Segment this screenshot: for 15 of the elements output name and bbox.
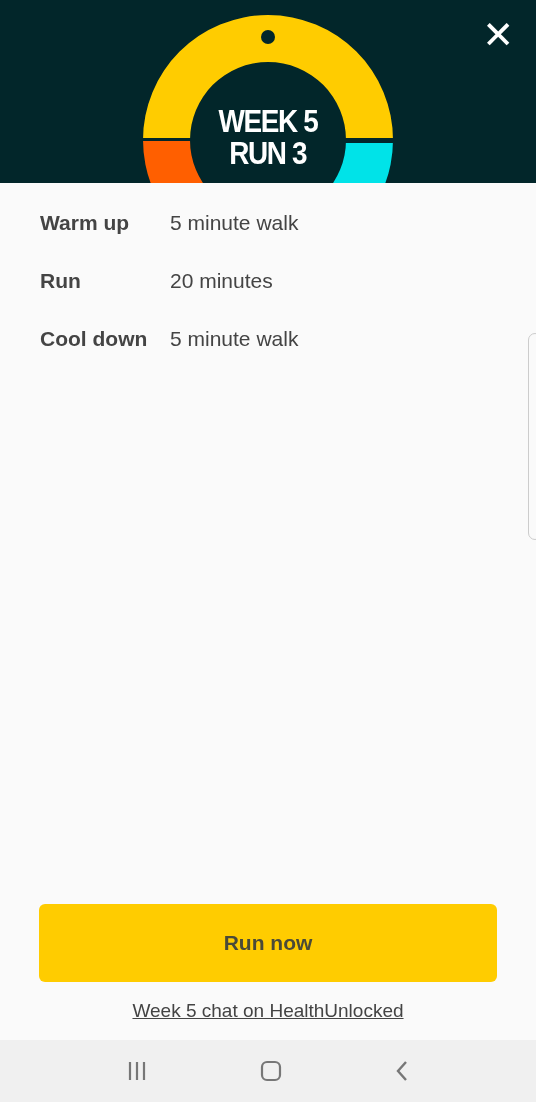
- plan-value: 20 minutes: [170, 269, 273, 293]
- plan-value: 5 minute walk: [170, 327, 299, 351]
- close-button[interactable]: ✕: [478, 12, 518, 58]
- dot-icon: [261, 30, 275, 44]
- week-run-title: WEEK 5: [218, 106, 318, 138]
- week-run-title: RUN 3: [229, 138, 307, 170]
- plan-label: Cool down: [40, 327, 149, 351]
- back-icon[interactable]: [395, 1060, 410, 1082]
- plan-value: 5 minute walk: [170, 211, 299, 235]
- chat-link[interactable]: Week 5 chat on HealthUnlocked: [132, 1000, 404, 1022]
- plan-label: Warm up: [40, 211, 131, 235]
- plan-label: Run: [40, 269, 82, 293]
- recent-apps-icon[interactable]: [126, 1061, 147, 1081]
- home-icon[interactable]: [260, 1060, 282, 1082]
- run-now-button[interactable]: Run now: [39, 904, 497, 982]
